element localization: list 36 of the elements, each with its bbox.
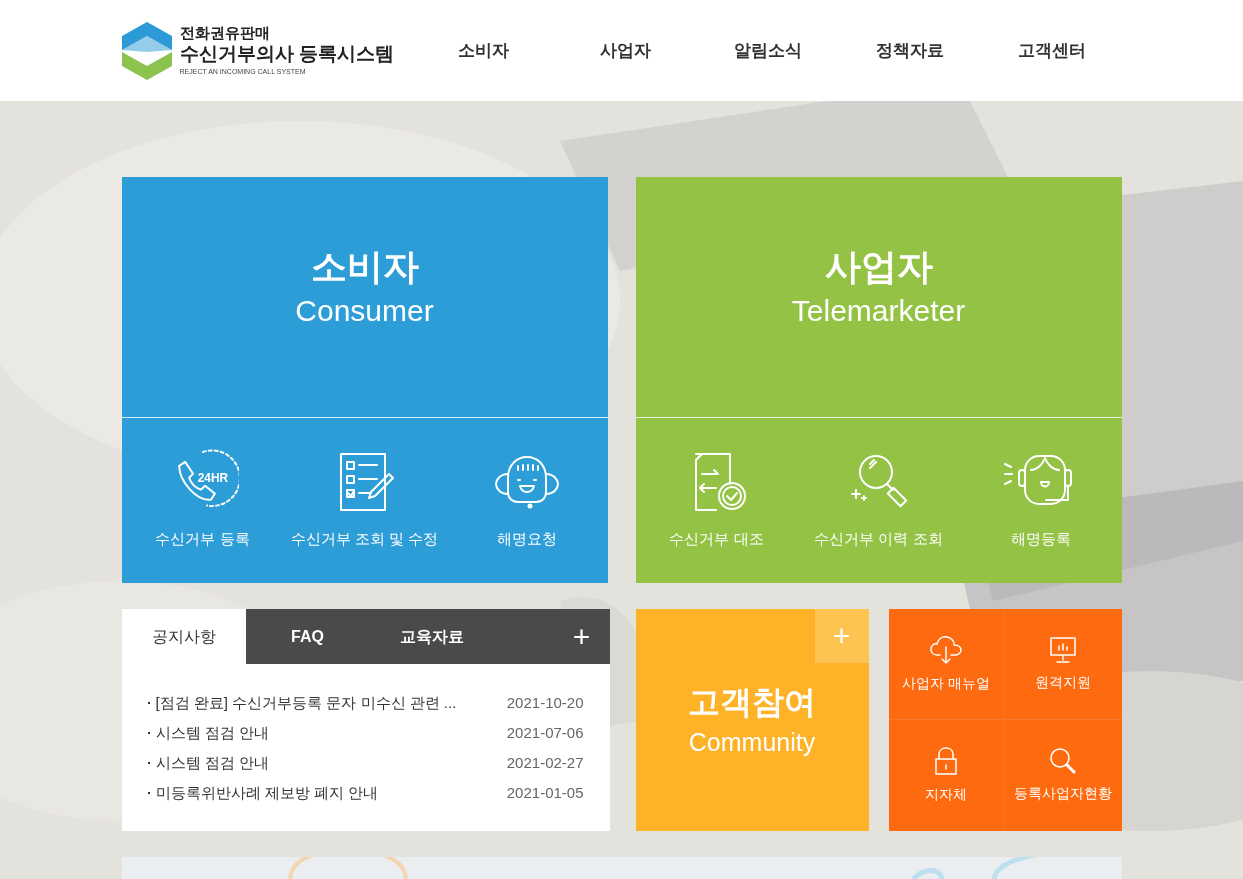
lock-icon <box>933 746 960 776</box>
search-icon <box>1049 747 1078 775</box>
service-label: 수신거부 이력 조회 <box>814 528 943 549</box>
community-subtitle: Community <box>688 727 816 758</box>
notice-tab[interactable]: 공지사항 <box>121 609 246 664</box>
nav-link[interactable]: 정책자료 <box>859 37 960 64</box>
notice-date: 2021-10-20 <box>506 692 584 713</box>
service-label: 해명등록 <box>1010 528 1071 549</box>
notice-link[interactable]: 미등록위반사례 제보방 폐지 안내 <box>155 781 378 805</box>
more-button[interactable]: + <box>561 616 602 657</box>
notice-date: 2021-01-05 <box>506 782 584 803</box>
notice-tab[interactable]: 교육자료 <box>369 609 494 664</box>
panel-title: 소비자 <box>310 245 419 289</box>
nav-link[interactable]: 사업자 <box>575 37 676 64</box>
monitor-icon <box>1048 635 1079 664</box>
cloud-download-icon <box>929 634 964 665</box>
panel-subtitle: Consumer <box>295 293 434 329</box>
notice-link[interactable]: [점검 완료] 수신거부등록 문자 미수신 관련 ... <box>155 691 457 715</box>
logo-icon <box>121 21 172 80</box>
notice-date: 2021-02-27 <box>506 752 584 773</box>
notice-link[interactable]: 시스템 점검 안내 <box>155 751 269 775</box>
service-label: 수신거부 대조 <box>669 528 764 549</box>
service-label: 해명요청 <box>496 528 557 549</box>
service-label: 수신거부 등록 <box>155 528 250 549</box>
community-title: 고객참여 <box>688 683 816 722</box>
nav-link[interactable]: 알림소식 <box>717 37 818 64</box>
notice-date: 2021-07-06 <box>506 722 584 743</box>
panel-title: 사업자 <box>824 245 933 289</box>
nav-link[interactable]: 소비자 <box>433 37 534 64</box>
notice-link[interactable]: 시스템 점검 안내 <box>155 721 269 745</box>
nav-link[interactable]: 고객센터 <box>1001 37 1102 64</box>
logo-subtitle: 전화권유판매 <box>179 23 271 42</box>
panel-subtitle: Telemarketer <box>791 293 966 329</box>
notice-tab[interactable]: FAQ <box>245 609 370 664</box>
logo-title: 수신거부의사 등록시스템 <box>179 41 394 66</box>
service-label: 수신거부 조회 및 수정 <box>290 528 439 549</box>
